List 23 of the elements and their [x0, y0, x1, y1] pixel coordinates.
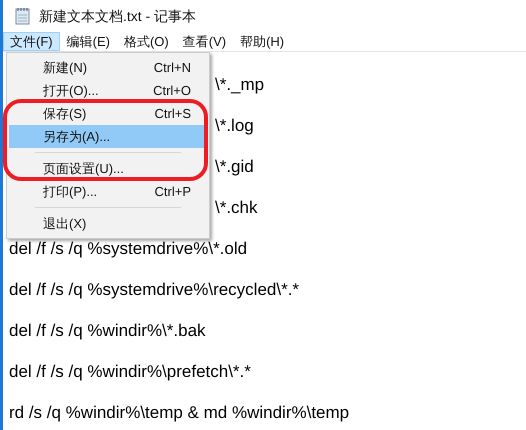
menu-bar-item[interactable]: 文件(F) — [3, 32, 60, 51]
menu-bar-item[interactable]: 格式(O) — [116, 32, 176, 51]
text-line: del /f /s /q %windir%\prefetch\*.* — [9, 361, 251, 383]
text-line: del /f /s /q %windir%\*.bak — [9, 320, 206, 342]
text-line: \*._mp — [215, 74, 264, 96]
menu-bar-item[interactable]: 查看(V) — [176, 32, 234, 51]
menu-item[interactable]: 页面设置(U)... — [9, 157, 207, 180]
menu-bar-item[interactable]: 编辑(E) — [60, 32, 117, 51]
menu-item[interactable]: 打开(O)... Ctrl+O — [9, 79, 207, 102]
menu-item[interactable]: 保存(S) Ctrl+S — [9, 102, 207, 125]
text-line: del /f /s /q %systemdrive%\*.old — [9, 238, 248, 260]
text-line: \*.gid — [215, 156, 254, 178]
menu-item[interactable]: 另存为(A)... — [9, 125, 207, 148]
notepad-icon — [15, 7, 31, 25]
menu-item[interactable]: 退出(X) — [9, 212, 207, 235]
menu-item[interactable]: 新建(N) Ctrl+N — [9, 56, 207, 79]
text-line: \*.log — [215, 115, 254, 137]
menu-bar-item[interactable]: 帮助(H) — [233, 32, 292, 51]
window-title: 新建文本文档.txt - 记事本 — [39, 6, 196, 26]
text-line: del /f /s /q %systemdrive%\recycled\*.* — [9, 279, 300, 301]
text-line: rd /s /q %windir%\temp & md %windir%\temp — [9, 402, 350, 424]
menu-item[interactable]: 打印(P)... Ctrl+P — [9, 180, 207, 203]
text-line: \*.chk — [215, 197, 258, 219]
